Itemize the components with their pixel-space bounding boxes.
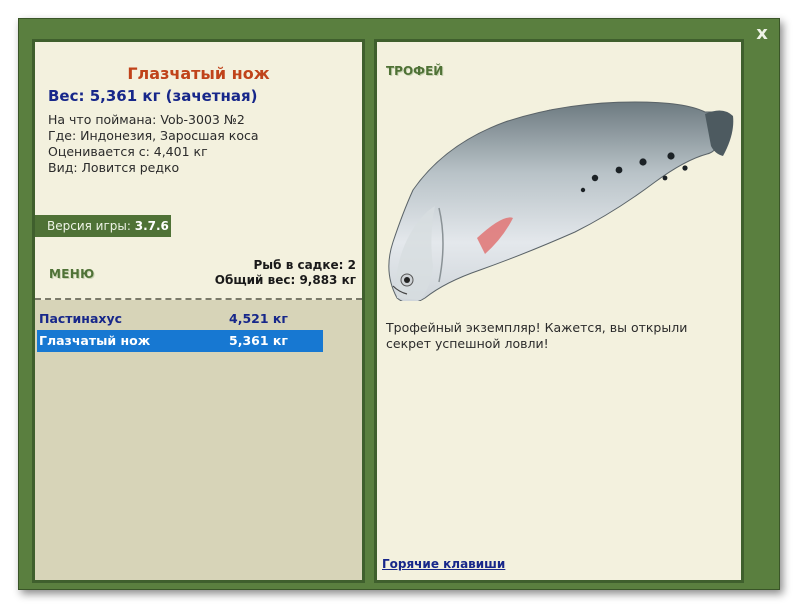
close-icon[interactable]: x xyxy=(753,25,771,43)
fish-type-text: Вид: Ловится редко xyxy=(48,160,180,175)
hotkeys-link[interactable]: Горячие клавиши xyxy=(382,557,505,571)
keepnet-count: Рыб в садке: 2 xyxy=(253,258,357,272)
catch-list-row[interactable]: Пастинахус 4,521 кг xyxy=(37,308,323,330)
fish-info-section: Глазчатый нож Вес: 5,361 кг (зачетная) Н… xyxy=(35,42,362,299)
game-version-label: Версия игры: xyxy=(47,219,131,233)
keepnet-stats: Рыб в садке: 2 Общий вес: 9,883 кг xyxy=(215,258,356,288)
catch-list-row-selected[interactable]: Глазчатый нож 5,361 кг xyxy=(37,330,323,352)
clown-knifefish-image xyxy=(388,101,734,301)
caught-on-text: На что поймана: Vob-3003 №2 xyxy=(48,112,245,127)
game-version-badge: Версия игры: 3.7.6 xyxy=(35,215,171,237)
fish-details-window: x Глазчатый нож Вес: 5,361 кг (зачетная)… xyxy=(18,18,780,590)
trophy-description: Трофейный экземпляр! Кажется, вы открыли… xyxy=(386,320,688,351)
catch-weight: 5,361 кг xyxy=(229,333,288,348)
game-version-value: 3.7.6 xyxy=(134,219,169,233)
fish-title: Глазчатый нож xyxy=(127,64,270,83)
catch-list: Пастинахус 4,521 кг Глазчатый нож 5,361 … xyxy=(35,300,362,580)
location-text: Где: Индонезия, Заросшая коса xyxy=(48,128,259,143)
trophy-panel: ТРОФЕЙ Трофейный экземпляр! Кажется, вы … xyxy=(374,39,744,583)
catch-name: Пастинахус xyxy=(39,311,123,326)
catch-weight: 4,521 кг xyxy=(229,311,288,326)
keepnet-total-weight: Общий вес: 9,883 кг xyxy=(214,273,356,287)
fish-info-panel: Глазчатый нож Вес: 5,361 кг (зачетная) Н… xyxy=(32,39,365,583)
trophy-label: ТРОФЕЙ xyxy=(386,64,444,78)
catch-name: Глазчатый нож xyxy=(39,333,151,348)
fish-weight: Вес: 5,361 кг (зачетная) xyxy=(48,87,258,105)
valued-from-text: Оценивается с: 4,401 кг xyxy=(48,144,208,159)
menu-button[interactable]: МЕНЮ xyxy=(49,267,94,281)
